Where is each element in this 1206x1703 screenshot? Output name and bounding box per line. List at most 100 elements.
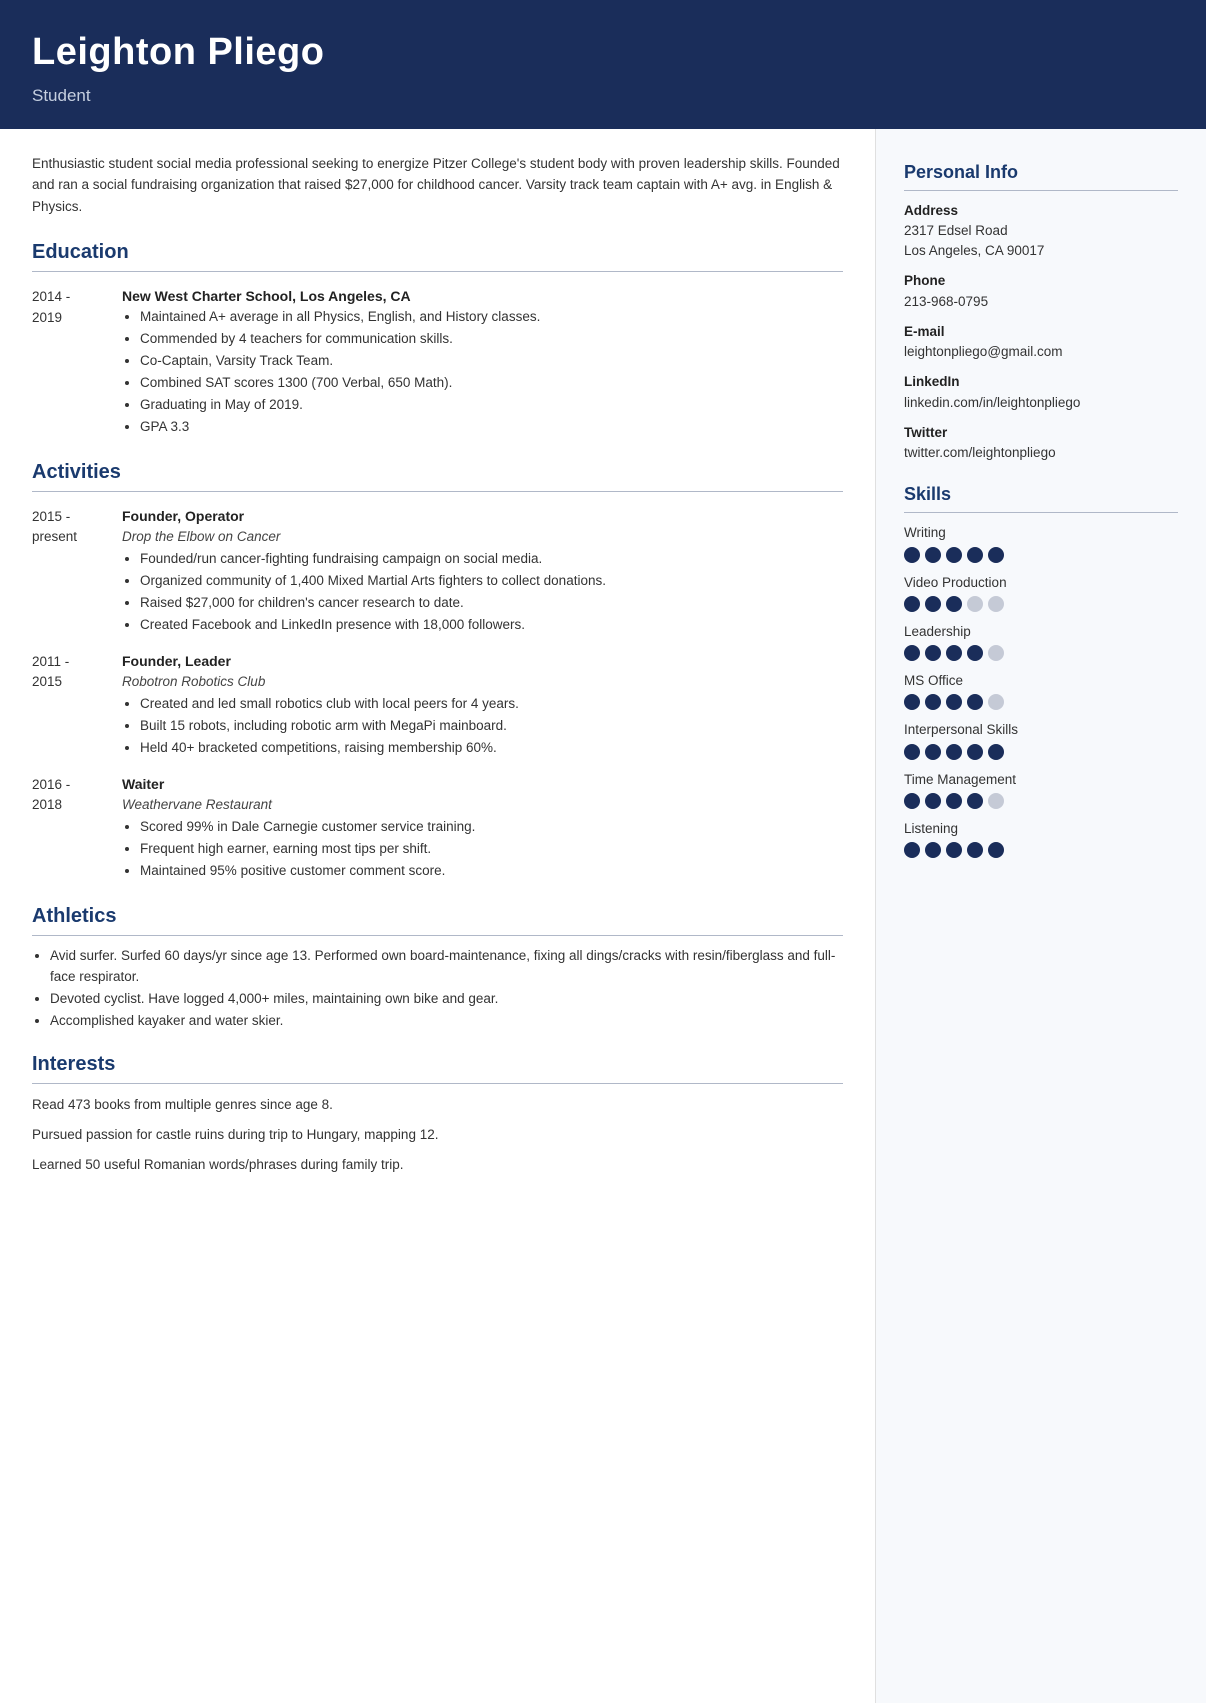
list-item: Frequent high earner, earning most tips … bbox=[140, 839, 843, 860]
list-item: Devoted cyclist. Have logged 4,000+ mile… bbox=[50, 989, 843, 1010]
activity-date-0: 2015 -present bbox=[32, 506, 122, 637]
interests-section: Interests Read 473 books from multiple g… bbox=[32, 1049, 843, 1175]
activity-content-0: Founder, Operator Drop the Elbow on Canc… bbox=[122, 506, 843, 637]
skill-dot-filled bbox=[946, 547, 962, 563]
list-item: Founded/run cancer-fighting fundraising … bbox=[140, 549, 843, 570]
skill-dot-filled bbox=[967, 744, 983, 760]
education-content-0: New West Charter School, Los Angeles, CA… bbox=[122, 286, 843, 439]
skill-dot-filled bbox=[988, 744, 1004, 760]
skill-dot-filled bbox=[967, 645, 983, 661]
right-column: Personal Info Address 2317 Edsel RoadLos… bbox=[876, 129, 1206, 1703]
skill-dot-filled bbox=[925, 596, 941, 612]
list-item: Scored 99% in Dale Carnegie customer ser… bbox=[140, 817, 843, 838]
skills-section: Skills WritingVideo ProductionLeadership… bbox=[904, 481, 1178, 858]
skill-name-1: Video Production bbox=[904, 573, 1178, 593]
personal-info-title: Personal Info bbox=[904, 159, 1178, 191]
skill-dot-filled bbox=[925, 694, 941, 710]
header: Leighton Pliego Student bbox=[0, 0, 1206, 129]
education-school-0: New West Charter School, Los Angeles, CA bbox=[122, 286, 843, 307]
athletics-title: Athletics bbox=[32, 901, 843, 936]
activity-title-0: Founder, Operator bbox=[122, 506, 843, 527]
twitter-value: twitter.com/leightonpliego bbox=[904, 443, 1178, 463]
list-item: GPA 3.3 bbox=[140, 417, 843, 438]
skill-dots-6 bbox=[904, 842, 1178, 858]
twitter-label: Twitter bbox=[904, 423, 1178, 443]
athletics-bullets: Avid surfer. Surfed 60 days/yr since age… bbox=[32, 946, 843, 1032]
skill-row-4: Interpersonal Skills bbox=[904, 720, 1178, 759]
list-item: Built 15 robots, including robotic arm w… bbox=[140, 716, 843, 737]
summary-text: Enthusiastic student social media profes… bbox=[32, 153, 843, 218]
skill-dot-filled bbox=[946, 842, 962, 858]
skill-dot-filled bbox=[946, 793, 962, 809]
skills-title: Skills bbox=[904, 481, 1178, 513]
list-item: Co-Captain, Varsity Track Team. bbox=[140, 351, 843, 372]
skill-dot-filled bbox=[967, 842, 983, 858]
linkedin-value: linkedin.com/in/leightonpliego bbox=[904, 393, 1178, 413]
list-item: Raised $27,000 for children's cancer res… bbox=[140, 593, 843, 614]
skill-dot-filled bbox=[904, 793, 920, 809]
phone-label: Phone bbox=[904, 271, 1178, 291]
list-item: Combined SAT scores 1300 (700 Verbal, 65… bbox=[140, 373, 843, 394]
skill-dots-0 bbox=[904, 547, 1178, 563]
skill-dot-filled bbox=[925, 793, 941, 809]
phone-value: 213-968-0795 bbox=[904, 292, 1178, 312]
skill-name-4: Interpersonal Skills bbox=[904, 720, 1178, 740]
skill-dot-empty bbox=[988, 596, 1004, 612]
skill-dot-filled bbox=[967, 793, 983, 809]
skill-dot-filled bbox=[946, 596, 962, 612]
address-label: Address bbox=[904, 201, 1178, 221]
skill-dot-filled bbox=[925, 842, 941, 858]
education-bullets-0: Maintained A+ average in all Physics, En… bbox=[122, 307, 843, 438]
activities-section: Activities 2015 -present Founder, Operat… bbox=[32, 457, 843, 883]
skill-dot-filled bbox=[904, 645, 920, 661]
personal-info-section: Personal Info Address 2317 Edsel RoadLos… bbox=[904, 159, 1178, 464]
skill-dot-filled bbox=[925, 645, 941, 661]
skill-dot-filled bbox=[967, 694, 983, 710]
candidate-name: Leighton Pliego bbox=[32, 24, 1174, 81]
skill-dot-filled bbox=[904, 744, 920, 760]
activity-title-1: Founder, Leader bbox=[122, 651, 843, 672]
skill-name-6: Listening bbox=[904, 819, 1178, 839]
activity-content-1: Founder, Leader Robotron Robotics Club C… bbox=[122, 651, 843, 760]
skill-dots-1 bbox=[904, 596, 1178, 612]
education-entry-0: 2014 -2019 New West Charter School, Los … bbox=[32, 286, 843, 439]
skill-dot-empty bbox=[988, 645, 1004, 661]
skill-dot-filled bbox=[925, 547, 941, 563]
skill-dots-4 bbox=[904, 744, 1178, 760]
education-title: Education bbox=[32, 237, 843, 272]
email-label: E-mail bbox=[904, 322, 1178, 342]
skill-name-5: Time Management bbox=[904, 770, 1178, 790]
interests-title: Interests bbox=[32, 1049, 843, 1084]
skill-dots-3 bbox=[904, 694, 1178, 710]
list-item: Maintained 95% positive customer comment… bbox=[140, 861, 843, 882]
skill-name-3: MS Office bbox=[904, 671, 1178, 691]
skill-dot-empty bbox=[988, 793, 1004, 809]
activity-entry-1: 2011 -2015 Founder, Leader Robotron Robo… bbox=[32, 651, 843, 760]
skill-dot-filled bbox=[925, 744, 941, 760]
interests-entry: Read 473 books from multiple genres sinc… bbox=[32, 1094, 843, 1175]
list-item: Created Facebook and LinkedIn presence w… bbox=[140, 615, 843, 636]
skills-container: WritingVideo ProductionLeadershipMS Offi… bbox=[904, 523, 1178, 858]
skill-row-5: Time Management bbox=[904, 770, 1178, 809]
interest-para-2: Learned 50 useful Romanian words/phrases… bbox=[32, 1154, 843, 1176]
list-item: Commended by 4 teachers for communicatio… bbox=[140, 329, 843, 350]
list-item: Avid surfer. Surfed 60 days/yr since age… bbox=[50, 946, 843, 988]
activity-date-1: 2011 -2015 bbox=[32, 651, 122, 760]
skill-dots-5 bbox=[904, 793, 1178, 809]
address-value: 2317 Edsel RoadLos Angeles, CA 90017 bbox=[904, 221, 1178, 262]
list-item: Created and led small robotics club with… bbox=[140, 694, 843, 715]
interest-para-0: Read 473 books from multiple genres sinc… bbox=[32, 1094, 843, 1116]
athletics-entry: Avid surfer. Surfed 60 days/yr since age… bbox=[32, 946, 843, 1032]
activity-bullets-1: Created and led small robotics club with… bbox=[122, 694, 843, 759]
interest-para-1: Pursued passion for castle ruins during … bbox=[32, 1124, 843, 1146]
activity-entry-2: 2016 -2018 Waiter Weathervane Restaurant… bbox=[32, 774, 843, 883]
activity-title-2: Waiter bbox=[122, 774, 843, 795]
linkedin-label: LinkedIn bbox=[904, 372, 1178, 392]
email-value: leightonpliego@gmail.com bbox=[904, 342, 1178, 362]
skill-dots-2 bbox=[904, 645, 1178, 661]
activity-content-2: Waiter Weathervane Restaurant Scored 99%… bbox=[122, 774, 843, 883]
activity-subtitle-0: Drop the Elbow on Cancer bbox=[122, 527, 843, 547]
activities-title: Activities bbox=[32, 457, 843, 492]
list-item: Held 40+ bracketed competitions, raising… bbox=[140, 738, 843, 759]
skill-dot-filled bbox=[988, 842, 1004, 858]
